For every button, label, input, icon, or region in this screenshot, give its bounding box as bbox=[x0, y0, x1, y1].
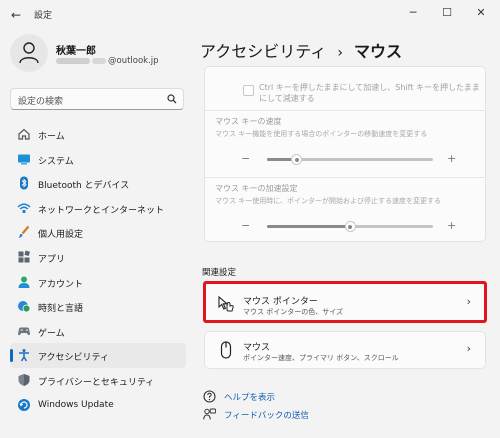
mouse-keys-settings-card: Ctrl キーを押したままにして加速し、Shift キーを押したままにして減速す… bbox=[204, 66, 486, 242]
acceleration-slider-thumb[interactable] bbox=[344, 221, 356, 232]
redacted-email-prefix bbox=[56, 57, 90, 64]
mouse-title: マウス bbox=[243, 343, 271, 353]
chevron-right-icon: › bbox=[466, 295, 471, 308]
title-bar: ← 設定 ─ ☐ ✕ bbox=[0, 0, 500, 30]
help-link[interactable]: ヘルプを表示 bbox=[224, 391, 275, 403]
accelerate-checkbox[interactable] bbox=[243, 85, 254, 96]
account-icon bbox=[18, 276, 30, 288]
speed-description: マウス キー機能を使用する場合のポインターの移動速度を変更する bbox=[215, 130, 428, 138]
user-icon bbox=[19, 42, 39, 64]
sidebar-item-label: アプリ bbox=[38, 254, 66, 265]
search-input[interactable]: 設定の検索 bbox=[18, 94, 63, 107]
network-icon bbox=[17, 203, 31, 213]
sidebar-item-label: システム bbox=[38, 156, 74, 167]
sidebar-item-accessibility[interactable]: アクセシビリティ bbox=[10, 343, 186, 368]
shield-icon bbox=[18, 373, 30, 386]
related-settings-title: 関連設定 bbox=[202, 268, 237, 278]
feedback-icon bbox=[203, 408, 216, 420]
close-button[interactable]: ✕ bbox=[470, 4, 492, 22]
acceleration-increase-icon[interactable]: + bbox=[447, 220, 456, 231]
acceleration-title: マウス キーの加速設定 bbox=[215, 184, 298, 193]
accessibility-icon bbox=[19, 349, 29, 362]
sidebar-item-network[interactable]: ネットワークとインターネット bbox=[10, 196, 186, 221]
search-icon[interactable] bbox=[167, 94, 177, 107]
sidebar-item-label: ゲーム bbox=[38, 328, 65, 339]
breadcrumb: アクセシビリティ › マウス bbox=[200, 38, 402, 62]
acceleration-slider-fill bbox=[267, 225, 350, 228]
mouse-pointer-title: マウス ポインター bbox=[243, 297, 318, 307]
mouse-pointer-description: マウス ポインターの色、サイズ bbox=[243, 308, 344, 316]
brush-icon bbox=[18, 226, 30, 238]
breadcrumb-separator: › bbox=[337, 45, 343, 61]
system-icon bbox=[18, 154, 30, 164]
search-box[interactable]: 設定の検索 bbox=[10, 88, 184, 110]
sidebar-item-label: ネットワークとインターネット bbox=[38, 205, 165, 216]
feedback-link[interactable]: フィードバックの送信 bbox=[224, 409, 309, 421]
breadcrumb-parent[interactable]: アクセシビリティ bbox=[200, 42, 326, 61]
mouse-icon bbox=[220, 341, 232, 359]
update-icon bbox=[18, 398, 30, 411]
acceleration-description: マウス キー使用時に、ポインターが開始および停止する速度を変更する bbox=[215, 197, 442, 205]
divider bbox=[205, 110, 485, 111]
sidebar-item-personalization[interactable]: 個人用設定 bbox=[10, 220, 186, 245]
clock-globe-icon bbox=[18, 301, 31, 313]
user-email-suffix: @outlook.jp bbox=[108, 56, 159, 66]
user-email: @outlook.jp bbox=[56, 56, 159, 66]
sidebar-nav: ホーム システム Bluetooth とデバイス ネットワークとインターネット … bbox=[10, 122, 186, 417]
mouse-description: ポインター速度、プライマリ ボタン、スクロール bbox=[243, 354, 399, 362]
sidebar-item-bluetooth[interactable]: Bluetooth とデバイス bbox=[10, 171, 186, 196]
sidebar-item-time-language[interactable]: 時刻と言語 bbox=[10, 294, 186, 319]
mouse-pointer-row[interactable]: マウス ポインター マウス ポインターの色、サイズ › bbox=[204, 283, 486, 323]
divider bbox=[205, 177, 485, 178]
mouse-row[interactable]: マウス ポインター速度、プライマリ ボタン、スクロール › bbox=[204, 331, 486, 369]
sidebar-item-accounts[interactable]: アカウント bbox=[10, 270, 186, 295]
speed-decrease-icon[interactable]: − bbox=[241, 153, 250, 164]
home-icon bbox=[18, 128, 30, 140]
sidebar-item-gaming[interactable]: ゲーム bbox=[10, 319, 186, 344]
speed-title: マウス キーの速度 bbox=[215, 117, 282, 126]
sidebar-item-apps[interactable]: アプリ bbox=[10, 245, 186, 270]
user-name: 秋葉一郎 bbox=[56, 46, 96, 57]
back-button[interactable]: ← bbox=[8, 7, 24, 23]
acceleration-decrease-icon[interactable]: − bbox=[241, 220, 250, 231]
mouse-pointer-icon bbox=[218, 295, 234, 312]
app-title: 設定 bbox=[34, 11, 53, 21]
speed-increase-icon[interactable]: + bbox=[447, 153, 456, 164]
minimize-button[interactable]: ─ bbox=[402, 4, 424, 22]
breadcrumb-current: マウス bbox=[354, 42, 403, 61]
sidebar-item-privacy-security[interactable]: プライバシーとセキュリティ bbox=[10, 368, 186, 393]
sidebar-item-label: アカウント bbox=[38, 279, 84, 290]
sidebar-item-label: Bluetooth とデバイス bbox=[38, 181, 130, 192]
maximize-button[interactable]: ☐ bbox=[436, 4, 458, 22]
speed-slider-thumb[interactable] bbox=[291, 154, 303, 165]
gamepad-icon bbox=[18, 327, 30, 335]
sidebar-item-label: アクセシビリティ bbox=[38, 353, 110, 364]
bluetooth-icon bbox=[20, 176, 28, 190]
active-indicator bbox=[10, 349, 13, 363]
apps-icon bbox=[18, 250, 30, 263]
chevron-right-icon: › bbox=[466, 342, 471, 355]
sidebar-item-label: プライバシーとセキュリティ bbox=[38, 377, 155, 388]
accelerate-checkbox-label: Ctrl キーを押したままにして加速し、Shift キーを押したままにして減速す… bbox=[259, 83, 480, 103]
sidebar-item-windows-update[interactable]: Windows Update bbox=[10, 393, 186, 418]
sidebar-item-label: Windows Update bbox=[38, 399, 114, 410]
redacted-email-prefix-2 bbox=[92, 57, 106, 64]
avatar[interactable] bbox=[10, 34, 48, 72]
help-icon bbox=[203, 390, 216, 403]
sidebar-item-label: 時刻と言語 bbox=[38, 304, 84, 315]
sidebar-item-label: ホーム bbox=[38, 132, 65, 142]
sidebar-item-label: 個人用設定 bbox=[38, 230, 84, 241]
sidebar-item-home[interactable]: ホーム bbox=[10, 122, 186, 147]
sidebar-item-system[interactable]: システム bbox=[10, 147, 186, 172]
